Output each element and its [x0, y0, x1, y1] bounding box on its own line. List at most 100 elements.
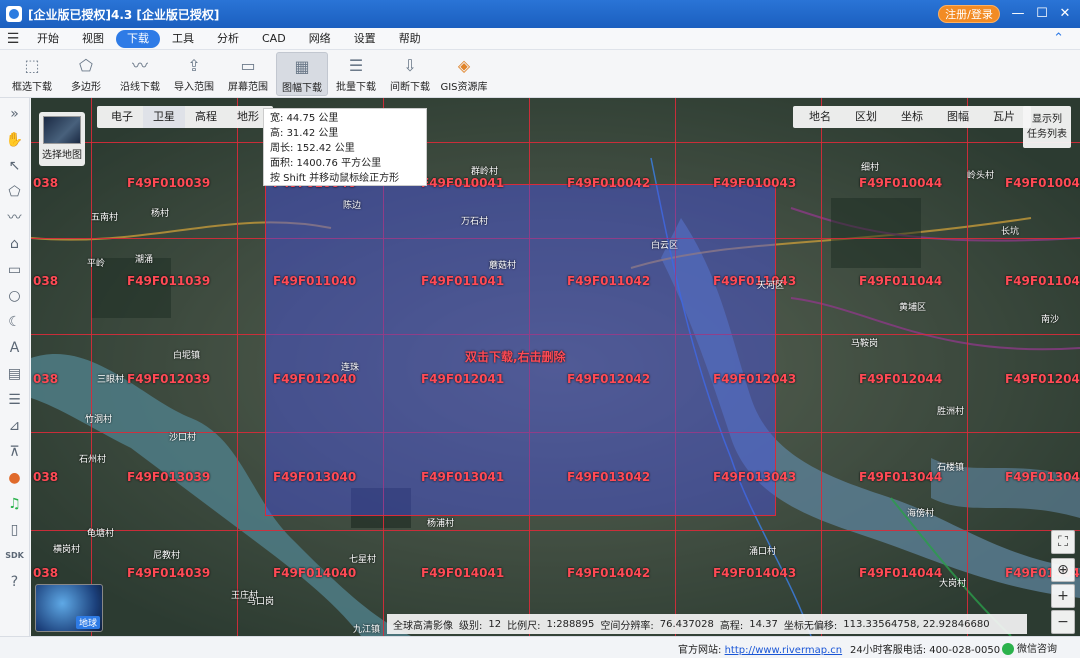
sheet-label[interactable]: F49F014044	[859, 566, 942, 580]
level-value: 12	[488, 618, 502, 630]
menu-item-4[interactable]: 分析	[206, 30, 250, 48]
polygon-draw-icon[interactable]: ⬠	[3, 180, 27, 204]
menu-item-5[interactable]: CAD	[251, 30, 297, 48]
logo-icon[interactable]: ●	[3, 466, 27, 490]
sdk-icon[interactable]: SDK	[3, 544, 27, 568]
menu-item-8[interactable]: 帮助	[388, 30, 432, 48]
sheet-label[interactable]: F49F012041	[421, 372, 504, 386]
sheet-label[interactable]: F49F013041	[421, 470, 504, 484]
overlay-0[interactable]: 地名	[797, 106, 843, 128]
sheet-label[interactable]: F49F014041	[421, 566, 504, 580]
sheet-label[interactable]: F49F013042	[567, 470, 650, 484]
menu-item-0[interactable]: 开始	[26, 30, 70, 48]
zoom-out-button[interactable]: −	[1051, 610, 1075, 634]
app-logo-icon	[6, 6, 22, 22]
sheet-label[interactable]: F49F010042	[567, 176, 650, 190]
sheet-label[interactable]: F49F011044	[859, 274, 942, 288]
ruler-icon[interactable]: ▤	[3, 362, 27, 386]
sheet-label[interactable]: F49F013043	[713, 470, 796, 484]
help-icon[interactable]: ?	[3, 570, 27, 594]
minimize-icon[interactable]: —	[1008, 4, 1028, 24]
overlay-3[interactable]: 图幅	[935, 106, 981, 128]
text-icon[interactable]: A	[3, 336, 27, 360]
sheet-label[interactable]: F49F012045	[1005, 372, 1080, 386]
sheet-label[interactable]: F49F013040	[273, 470, 356, 484]
map-type-0[interactable]: 电子	[101, 106, 143, 128]
menu-item-1[interactable]: 视图	[71, 30, 115, 48]
task-list-button[interactable]: 显示列 任务列表	[1023, 106, 1071, 148]
login-button[interactable]: 注册/登录	[938, 5, 1000, 23]
line-draw-icon[interactable]: 〰	[3, 206, 27, 230]
sheet-label[interactable]: F49F012042	[567, 372, 650, 386]
maximize-icon[interactable]: ☐	[1032, 4, 1052, 24]
sheet-label[interactable]: F49F011041	[421, 274, 504, 288]
locate-icon[interactable]: ⊕	[1051, 558, 1075, 582]
sheet-label[interactable]: F49F014042	[567, 566, 650, 580]
sheet-label[interactable]: F49F010044	[859, 176, 942, 190]
tool-resume[interactable]: ⇩ 间断下载	[384, 52, 436, 96]
tool-polyline[interactable]: 〰沿线下载	[114, 52, 166, 96]
sheet-label[interactable]: F49F014039	[127, 566, 210, 580]
coord-value: 113.33564758, 22.92846680	[843, 618, 990, 630]
tool-batch[interactable]: ☰ 批量下载	[330, 52, 382, 96]
tool-box-select[interactable]: ⬚ 框选下载	[6, 52, 58, 96]
overlay-1[interactable]: 区划	[843, 106, 889, 128]
sheet-label[interactable]: F49F012039	[127, 372, 210, 386]
music-icon[interactable]: ♫	[3, 492, 27, 516]
sheet-label[interactable]: F49F010043	[713, 176, 796, 190]
select-map-button[interactable]: 选择地图	[39, 112, 85, 166]
layers-icon[interactable]: ☰	[3, 388, 27, 412]
menu-item-2[interactable]: 下载	[116, 29, 160, 48]
fullscreen-icon[interactable]: ⛶	[1051, 530, 1075, 554]
pointer-icon[interactable]: ↖	[3, 154, 27, 178]
collapse-ribbon-icon[interactable]: ⌃	[1053, 31, 1064, 46]
phone-icon[interactable]: ▯	[3, 518, 27, 542]
moon-icon[interactable]: ☾	[3, 310, 27, 334]
sheet-label[interactable]: F49F012040	[273, 372, 356, 386]
sheet-label[interactable]: F49F011040	[273, 274, 356, 288]
circle-icon[interactable]: ○	[3, 284, 27, 308]
place-label: 白云区	[651, 241, 679, 251]
sheet-label[interactable]: F49F014040	[273, 566, 356, 580]
place-label: 大岗村	[939, 579, 967, 589]
expand-icon[interactable]: »	[3, 102, 27, 126]
sheet-label[interactable]: F49F010045	[1005, 176, 1080, 190]
menu-item-6[interactable]: 网络	[298, 30, 342, 48]
tool-import[interactable]: ⇪ 导入范围	[168, 52, 220, 96]
measure-icon[interactable]: ⊿	[3, 414, 27, 438]
zoom-in-button[interactable]: +	[1051, 584, 1075, 608]
hand-icon[interactable]: ✋	[3, 128, 27, 152]
sheet-label[interactable]: F49F013044	[859, 470, 942, 484]
tool-gis-library[interactable]: ◈ GIS资源库	[438, 52, 490, 96]
overlay-2[interactable]: 坐标	[889, 106, 935, 128]
wechat-consult-button[interactable]: 微信咨询	[1002, 640, 1057, 655]
sheet-label[interactable]: F49F013045	[1005, 470, 1080, 484]
sheet-label[interactable]: F49F010041	[421, 176, 504, 190]
close-icon[interactable]: ✕	[1055, 4, 1075, 24]
sheet-label[interactable]: F49F012043	[713, 372, 796, 386]
sheet-label[interactable]: F49F012044	[859, 372, 942, 386]
overlay-4[interactable]: 瓦片	[981, 106, 1027, 128]
sheet-label[interactable]: F49F011042	[567, 274, 650, 288]
tool-polygon[interactable]: ⬠ 多边形	[60, 52, 112, 96]
menu-item-3[interactable]: 工具	[161, 30, 205, 48]
map-type-2[interactable]: 高程	[185, 106, 227, 128]
hamburger-icon[interactable]: ☰	[0, 31, 26, 47]
map-type-1[interactable]: 卫星	[143, 106, 185, 128]
sheet-label[interactable]: F49F013039	[127, 470, 210, 484]
area-icon[interactable]: ⌂	[3, 232, 27, 256]
map-view[interactable]: F49F010039F49F010040F49F010041F49F010042…	[31, 98, 1080, 636]
sheet-label[interactable]: F49F010039	[127, 176, 210, 190]
sheet-label[interactable]: F49F011045	[1005, 274, 1080, 288]
official-site-link[interactable]: http://www.rivermap.cn	[725, 645, 843, 656]
sheet-label[interactable]: F49F014043	[713, 566, 796, 580]
sheet-label[interactable]: F49F011039	[127, 274, 210, 288]
tool-sheet-grid[interactable]: ▦ 图幅下载	[276, 52, 328, 96]
menu-item-7[interactable]: 设置	[343, 30, 387, 48]
rectangle-icon[interactable]: ▭	[3, 258, 27, 282]
terrain-icon[interactable]: ⊼	[3, 440, 27, 464]
globe-button[interactable]: 地球	[35, 584, 103, 632]
tool-screen[interactable]: ▭ 屏幕范围	[222, 52, 274, 96]
resolution-label: 空间分辨率:	[600, 620, 654, 632]
place-label: 海傍村	[907, 509, 935, 519]
